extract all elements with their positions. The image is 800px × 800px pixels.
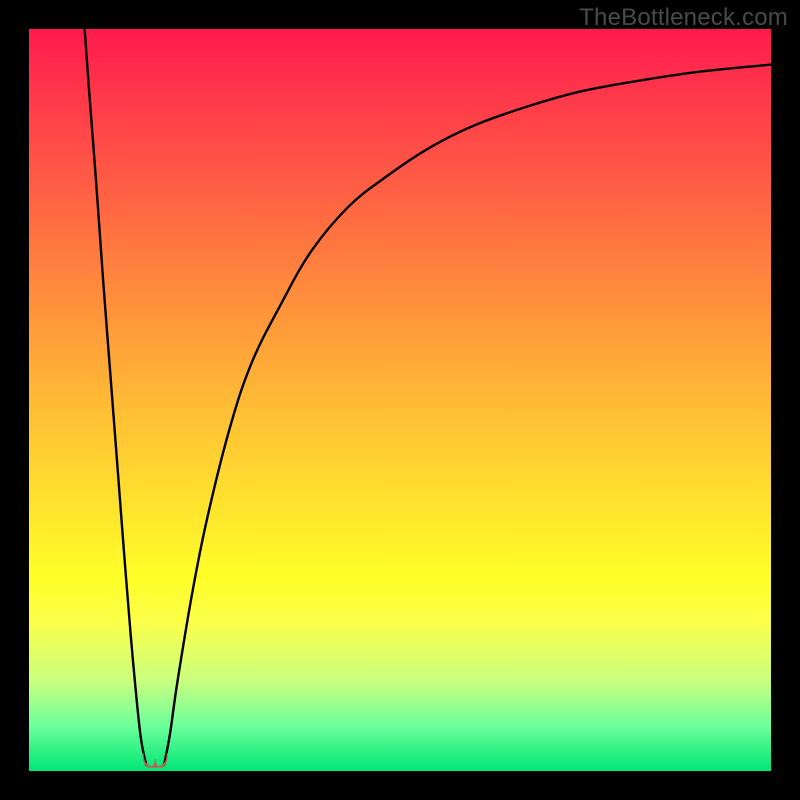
curve-left-branch [85, 29, 147, 765]
chart-frame: TheBottleneck.com [0, 0, 800, 800]
watermark-text: TheBottleneck.com [579, 4, 788, 32]
trough-marker [143, 753, 167, 767]
curve-right-branch [164, 65, 771, 765]
chart-curve-layer [29, 29, 771, 771]
